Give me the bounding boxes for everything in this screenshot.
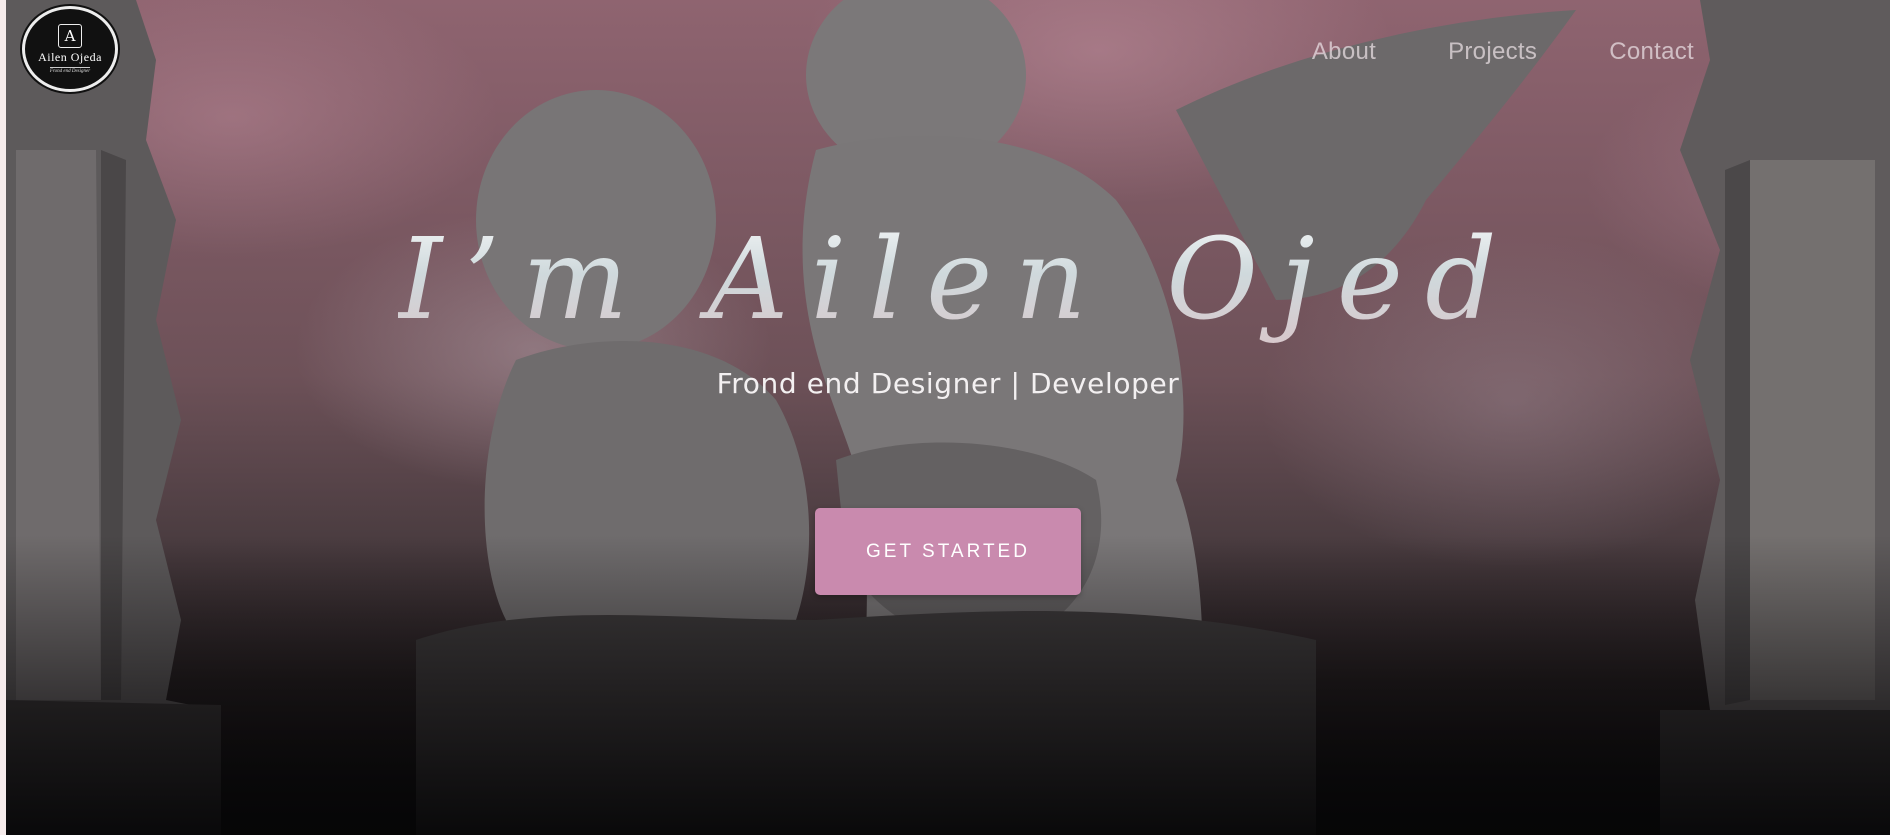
nav-link-about[interactable]: About xyxy=(1312,38,1376,66)
nav-link-contact[interactable]: Contact xyxy=(1609,38,1694,66)
hero-section: A Ailen Ojeda Frond end Designer About P… xyxy=(6,0,1890,835)
brand-logo[interactable]: A Ailen Ojeda Frond end Designer xyxy=(22,6,118,92)
hero-title: I’m Ailen Ojeda xyxy=(398,215,1608,345)
logo-mark-icon: A xyxy=(58,24,82,48)
logo-name: Ailen Ojeda xyxy=(38,50,102,64)
get-started-button[interactable]: GET STARTED xyxy=(815,508,1081,595)
main-nav: About Projects Contact xyxy=(1312,38,1694,66)
logo-tagline: Frond end Designer xyxy=(49,67,91,74)
hero-subtitle: Frond end Designer | Developer xyxy=(716,367,1180,400)
nav-link-projects[interactable]: Projects xyxy=(1448,38,1537,66)
hero-content: I’m Ailen Ojeda Frond end Designer | Dev… xyxy=(6,215,1890,400)
